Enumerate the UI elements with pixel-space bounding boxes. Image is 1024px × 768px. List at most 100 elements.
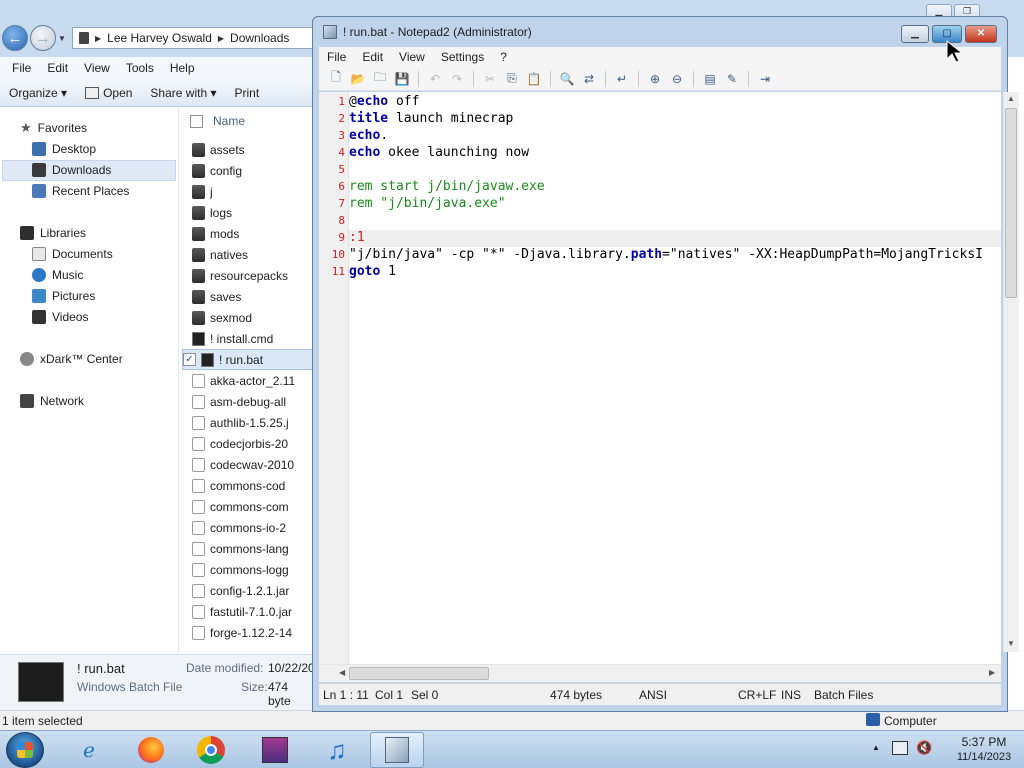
status-encoding[interactable]: ANSI (639, 688, 667, 702)
show-hidden-icons-icon[interactable]: ▲ (872, 743, 880, 752)
code-line[interactable]: @echo off (349, 93, 419, 110)
status-insert-mode[interactable]: INS (781, 688, 801, 702)
file-row[interactable]: authlib-1.5.25.j (192, 412, 313, 433)
status-scheme[interactable]: Batch Files (814, 688, 873, 702)
np-menu-settings[interactable]: Settings (433, 50, 492, 64)
music-player-taskbar-button[interactable]: ♫ (310, 732, 364, 768)
file-row[interactable]: natives (192, 244, 313, 265)
code-line[interactable]: rem "j/bin/java.exe" (349, 195, 506, 212)
file-row[interactable]: codecwav-2010 (192, 454, 313, 475)
zoom-in-icon[interactable]: ⊕ (646, 70, 664, 88)
nav-desktop[interactable]: Desktop (32, 139, 96, 159)
notepad-close-button[interactable]: ✕ (965, 25, 997, 43)
scroll-left-arrow-icon[interactable]: ◀ (339, 668, 345, 677)
menu-edit[interactable]: Edit (39, 61, 76, 75)
notepad-minimize-button[interactable]: ▁ (901, 25, 929, 43)
code-line[interactable]: echo. (349, 127, 388, 144)
organize-button[interactable]: Organize ▾ (0, 86, 76, 100)
clock-date[interactable]: 11/14/2023 (946, 751, 1022, 763)
undo-icon[interactable]: ↶ (426, 70, 444, 88)
notepad2-taskbar-button[interactable] (370, 732, 424, 768)
nav-documents[interactable]: Documents (32, 244, 113, 264)
vertical-scroll-thumb[interactable] (1005, 108, 1017, 298)
volume-muted-icon[interactable]: 🔇 (916, 740, 932, 756)
code-line[interactable]: "j/bin/java" -cp "*" -Djava.library.path… (349, 246, 983, 263)
internet-explorer-taskbar-button[interactable]: ℯ (62, 732, 116, 768)
browse-icon[interactable]: 🗀 (371, 70, 389, 88)
breadcrumb-downloads[interactable]: Downloads (230, 31, 289, 45)
save-icon[interactable]: 💾 (393, 70, 411, 88)
clock-time[interactable]: 5:37 PM (954, 735, 1014, 749)
file-row[interactable]: commons-io-2 (192, 517, 313, 538)
file-row[interactable]: akka-actor_2.11 (192, 370, 313, 391)
menu-file[interactable]: File (4, 61, 39, 75)
code-editor[interactable]: 1 @echo off 2 title launch minecrap 3 echo. 4 e… (319, 92, 1001, 664)
recent-pages-dropdown[interactable]: ▼ (58, 34, 66, 43)
code-line[interactable]: rem start j/bin/javaw.exe (349, 178, 545, 195)
file-row[interactable]: forge-1.12.2-14 (192, 622, 313, 643)
chrome-taskbar-button[interactable] (184, 732, 238, 768)
file-row[interactable]: codecjorbis-20 (192, 433, 313, 454)
network-tray-icon[interactable] (892, 741, 908, 755)
np-menu-help[interactable]: ? (492, 50, 515, 64)
nav-xdark-center[interactable]: xDark™ Center (20, 349, 123, 369)
code-line[interactable]: goto 1 (349, 263, 396, 280)
firefox-taskbar-button[interactable] (124, 732, 178, 768)
status-line-endings[interactable]: CR+LF (738, 688, 776, 702)
horizontal-scrollbar[interactable]: ◀ ▶ (319, 664, 1001, 682)
code-line[interactable]: :1 (349, 229, 365, 246)
menu-help[interactable]: Help (162, 61, 203, 75)
word-wrap-icon[interactable]: ↵ (613, 70, 631, 88)
file-row[interactable]: mods (192, 223, 313, 244)
share-with-button[interactable]: Share with ▾ (141, 86, 225, 100)
nav-favorites[interactable]: ★ Favorites (20, 118, 87, 138)
nav-libraries[interactable]: Libraries (20, 223, 86, 243)
breadcrumb-user[interactable]: Lee Harvey Oswald (107, 31, 212, 45)
nav-pictures[interactable]: Pictures (32, 286, 95, 306)
scroll-right-arrow-icon[interactable]: ▶ (989, 668, 995, 677)
code-line[interactable]: echo okee launching now (349, 144, 529, 161)
replace-icon[interactable]: ⇄ (580, 70, 598, 88)
file-row[interactable]: asm-debug-all (192, 391, 313, 412)
scheme-icon[interactable]: ▤ (701, 70, 719, 88)
nav-network[interactable]: Network (20, 391, 84, 411)
file-row[interactable]: config (192, 160, 313, 181)
copy-icon[interactable]: ⎘ (503, 70, 521, 88)
vertical-scrollbar[interactable]: ▲ ▼ (1003, 92, 1019, 652)
file-row[interactable]: saves (192, 286, 313, 307)
customize-schemes-icon[interactable]: ✎ (723, 70, 741, 88)
file-row[interactable]: logs (192, 202, 313, 223)
file-row[interactable]: j (192, 181, 313, 202)
np-menu-file[interactable]: File (319, 50, 354, 64)
row-checkbox[interactable]: ✓ (183, 353, 196, 366)
redo-icon[interactable]: ↷ (448, 70, 466, 88)
file-row[interactable]: commons-lang (192, 538, 313, 559)
np-menu-view[interactable]: View (391, 50, 433, 64)
menu-tools[interactable]: Tools (118, 61, 162, 75)
winrar-taskbar-button[interactable] (248, 732, 302, 768)
file-row[interactable]: ✓ ! run.bat (182, 349, 313, 370)
address-bar[interactable]: ▶ Lee Harvey Oswald ▶ Downloads (72, 27, 322, 49)
code-line[interactable]: title launch minecrap (349, 110, 513, 127)
nav-downloads[interactable]: Downloads (32, 160, 111, 180)
exit-icon[interactable]: ⇥ (756, 70, 774, 88)
file-row[interactable]: commons-com (192, 496, 313, 517)
select-all-checkbox[interactable] (190, 114, 203, 128)
horizontal-scroll-thumb[interactable] (349, 667, 489, 680)
back-button[interactable]: ← (2, 25, 28, 51)
start-button[interactable] (6, 732, 44, 768)
cut-icon[interactable]: ✂ (481, 70, 499, 88)
file-row[interactable]: config-1.2.1.jar (192, 580, 313, 601)
find-icon[interactable]: 🔍 (558, 70, 576, 88)
file-row[interactable]: commons-cod (192, 475, 313, 496)
menu-view[interactable]: View (76, 61, 118, 75)
scroll-up-arrow-icon[interactable]: ▲ (1007, 94, 1015, 103)
file-row[interactable]: ! install.cmd (192, 328, 313, 349)
open-button[interactable]: Open (76, 86, 141, 100)
file-row[interactable]: resourcepacks (192, 265, 313, 286)
new-file-icon[interactable]: 🗋 (327, 70, 345, 88)
forward-button[interactable]: → (30, 25, 56, 51)
file-row[interactable]: commons-logg (192, 559, 313, 580)
np-menu-edit[interactable]: Edit (354, 50, 391, 64)
file-row[interactable]: assets (192, 139, 313, 160)
